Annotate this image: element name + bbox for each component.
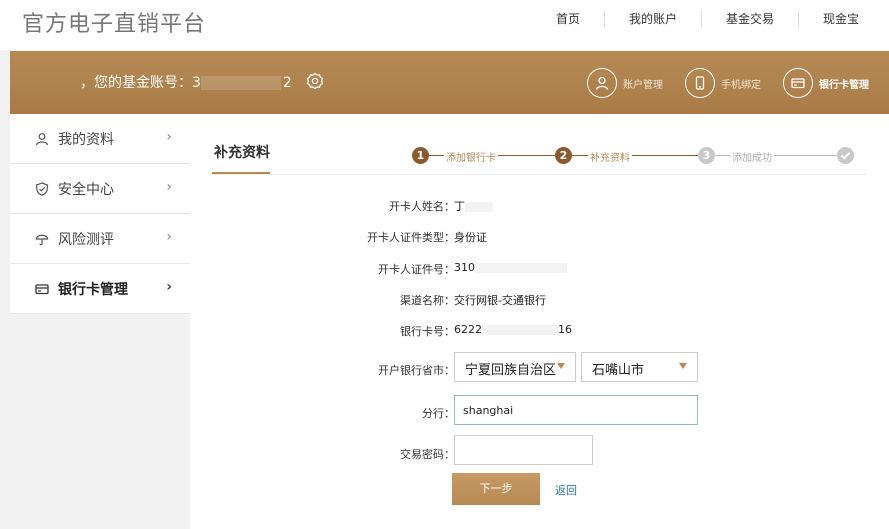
id-type-label: 开卡人证件类型：	[367, 231, 455, 244]
row-card-number: 银行卡号： 6222 16	[190, 319, 889, 341]
step-1-badge: 1	[412, 147, 429, 164]
province-selected-value: 宁夏回族自治区	[465, 363, 557, 378]
chevron-right-icon: ›	[166, 129, 172, 145]
province-select[interactable]: 宁夏回族自治区	[454, 352, 576, 382]
account-bar: ，您的基金账号：3 2 账户管理 手机绑定 银行卡管理	[10, 51, 889, 115]
account-actions: 账户管理 手机绑定 银行卡管理	[565, 68, 869, 98]
holder-name-label: 开卡人姓名：	[389, 200, 455, 213]
card-number-value: 6222 16	[454, 323, 572, 336]
account-info: ，您的基金账号：3 2	[80, 72, 324, 94]
bank-card-manage-label: 银行卡管理	[819, 79, 869, 91]
account-manage-link[interactable]: 账户管理	[587, 68, 663, 98]
card-icon	[783, 68, 813, 98]
nav-cash-treasure[interactable]: 现金宝	[799, 11, 889, 27]
city-selected-value: 石嘴山市	[592, 363, 645, 378]
account-label: ，您的基金账号：3	[80, 75, 201, 91]
branch-input-value: shanghai	[463, 404, 514, 417]
nav-fund-trade[interactable]: 基金交易	[702, 11, 799, 27]
chevron-right-icon: ›	[166, 179, 172, 195]
channel-label: 渠道名称：	[400, 294, 455, 307]
row-id-number: 开卡人证件号： 310	[190, 257, 889, 279]
sidebar-item-security[interactable]: 安全中心 ›	[10, 164, 190, 214]
check-icon	[837, 147, 854, 164]
account-suffix: 2	[282, 75, 292, 91]
step-3-badge: 3	[698, 147, 715, 164]
channel-value: 交行网银-交通银行	[454, 294, 546, 307]
sidebar-item-my-profile[interactable]: 我的资料 ›	[10, 114, 190, 164]
tab-divider	[212, 174, 867, 175]
sidebar-item-label: 银行卡管理	[58, 281, 128, 298]
tab-supplement-info[interactable]: 补充资料	[214, 142, 270, 162]
progress-steps: 1 添加银行卡 2 补充资料 3 添加成功	[412, 146, 862, 166]
sidebar-item-label: 安全中心	[58, 181, 114, 198]
top-bar: 官方电子直销平台 首页 我的账户 基金交易 现金宝	[0, 0, 889, 50]
step-1-label: 添加银行卡	[444, 149, 498, 164]
id-type-value: 身份证	[454, 231, 487, 244]
row-holder-name: 开卡人姓名： 丁	[190, 194, 889, 216]
sidebar-item-label: 风险测评	[58, 231, 114, 248]
back-link[interactable]: 返回	[555, 482, 577, 498]
phone-icon	[685, 68, 715, 98]
password-label: 交易密码：	[400, 448, 455, 461]
id-number-value: 310	[454, 261, 567, 274]
card-number-label: 银行卡号：	[400, 325, 455, 338]
sidebar: 我的资料 › 安全中心 › 风险测评 › 银行卡管理 ›	[10, 114, 190, 314]
holder-name-value: 丁	[454, 198, 493, 214]
step-3-label: 添加成功	[730, 149, 774, 164]
row-id-type: 开卡人证件类型： 身份证	[190, 225, 889, 247]
phone-bind-label: 手机绑定	[721, 79, 761, 91]
user-icon	[34, 131, 50, 147]
dropdown-arrow-icon	[679, 363, 687, 369]
settings-icon[interactable]	[306, 72, 324, 94]
city-select[interactable]: 石嘴山市	[581, 352, 698, 382]
dropdown-arrow-icon	[557, 363, 565, 369]
sidebar-item-risk-assessment[interactable]: 风险测评 ›	[10, 214, 190, 264]
sidebar-item-label: 我的资料	[58, 131, 114, 148]
shield-icon	[34, 181, 50, 197]
step-2-label: 补充资料	[588, 149, 632, 164]
chevron-right-icon: ›	[166, 229, 172, 245]
chevron-right-icon: ›	[166, 279, 172, 295]
phone-bind-link[interactable]: 手机绑定	[685, 68, 761, 98]
nav-my-account[interactable]: 我的账户	[605, 11, 702, 27]
bank-card-manage-link[interactable]: 银行卡管理	[783, 68, 869, 98]
umbrella-icon	[34, 231, 50, 247]
sidebar-item-bank-card[interactable]: 银行卡管理 ›	[10, 264, 190, 314]
next-button[interactable]: 下一步	[452, 473, 540, 505]
account-manage-label: 账户管理	[623, 79, 663, 91]
row-channel: 渠道名称： 交行网银-交通银行	[190, 288, 889, 310]
site-title: 官方电子直销平台	[22, 12, 207, 37]
password-input[interactable]	[454, 435, 593, 465]
province-city-label: 开户银行省市：	[378, 364, 455, 377]
step-2-badge: 2	[555, 147, 572, 164]
user-icon	[587, 68, 617, 98]
masked-account	[200, 76, 281, 90]
card-icon	[34, 281, 50, 297]
main-panel: 补充资料 1 添加银行卡 2 补充资料 3 添加成功 开卡人姓名： 丁 开卡人证…	[190, 114, 889, 529]
branch-input[interactable]: shanghai	[454, 395, 698, 425]
branch-label: 分行：	[422, 407, 455, 420]
nav-home[interactable]: 首页	[532, 11, 605, 27]
top-nav: 首页 我的账户 基金交易 现金宝	[532, 10, 889, 28]
id-number-label: 开卡人证件号：	[378, 263, 455, 276]
